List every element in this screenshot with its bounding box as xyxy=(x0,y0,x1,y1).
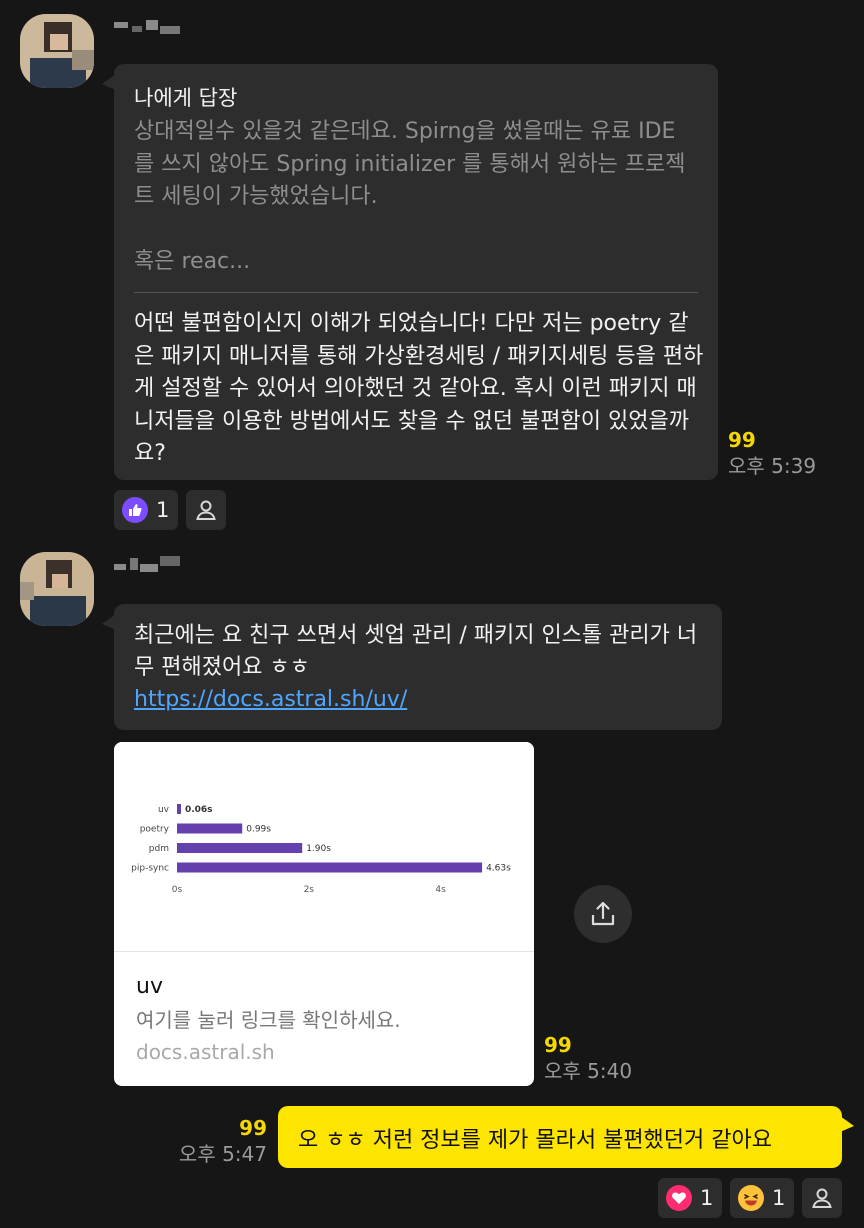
person-icon xyxy=(812,1188,832,1208)
bar xyxy=(177,804,181,814)
bar-value-label: 0.99s xyxy=(246,825,271,835)
person-icon xyxy=(196,500,216,520)
reaction-count: 1 xyxy=(700,1186,714,1210)
message-link[interactable]: https://docs.astral.sh/uv/ xyxy=(134,684,714,716)
x-tick-label: 4s xyxy=(435,885,446,895)
card-domain: docs.astral.sh xyxy=(136,1040,275,1064)
preview-image: uv 0.06s poetry 0.99s pdm 1.90s pip-sync 4.63s 0… xyxy=(114,742,534,952)
bar-category-label: uv xyxy=(158,805,170,815)
reply-title: 나에게 답장 xyxy=(134,86,238,110)
message-text: 어떤 불편함이신지 이해가 되었습니다! 다만 저는 poetry 같은 패키지… xyxy=(134,311,704,466)
bar xyxy=(177,862,483,873)
bar-category-label: pip-sync xyxy=(131,864,169,874)
sender-name xyxy=(114,556,184,574)
x-tick-label: 2s xyxy=(304,885,315,895)
avatar[interactable] xyxy=(20,552,94,626)
share-button[interactable] xyxy=(574,885,632,943)
message-meta: 99 오후 5:39 xyxy=(728,427,816,479)
sender-name xyxy=(114,18,184,36)
bar-value-label: 4.63s xyxy=(486,864,511,874)
heart-icon xyxy=(666,1185,692,1211)
reply-quote[interactable]: 상대적일수 있을것 같은데요. Spirng을 썼을때는 유료 IDE 를 쓰지… xyxy=(134,116,700,279)
reaction-thumbs-up[interactable]: 1 xyxy=(114,490,178,530)
unread-count: 99 xyxy=(239,1116,267,1140)
message-meta: 99 오후 5:40 xyxy=(544,1032,632,1084)
bar-value-label: 0.06s xyxy=(185,805,213,815)
card-title: uv xyxy=(136,974,163,999)
message-time: 오후 5:47 xyxy=(178,1142,267,1166)
thumbs-up-icon xyxy=(122,497,148,523)
my-message-bubble[interactable]: 오 ㅎㅎ 저런 정보를 제가 몰라서 불편했던거 같아요 xyxy=(278,1106,854,1168)
message-time: 오후 5:39 xyxy=(728,454,817,478)
avatar[interactable] xyxy=(20,14,94,88)
reply-divider xyxy=(134,292,698,293)
reaction-count: 1 xyxy=(156,498,170,522)
x-tick-label: 0s xyxy=(172,885,183,895)
laugh-icon xyxy=(738,1185,764,1211)
unread-count: 99 xyxy=(544,1033,572,1057)
add-reaction-button[interactable] xyxy=(186,490,226,530)
bar-category-label: pdm xyxy=(149,844,169,854)
message-meta: 99 오후 5:47 xyxy=(176,1115,267,1167)
bar-category-label: poetry xyxy=(140,825,170,835)
bar xyxy=(177,843,303,853)
benchmark-chart: uv 0.06s poetry 0.99s pdm 1.90s pip-sync 4.63s 0… xyxy=(131,804,511,895)
message-text: 최근에는 요 친구 쓰면서 셋업 관리 / 패키지 인스톨 관리가 너무 편해졌… xyxy=(134,620,714,716)
bar-value-label: 1.90s xyxy=(306,844,331,854)
reaction-laugh[interactable]: 1 xyxy=(730,1178,794,1218)
add-reaction-button[interactable] xyxy=(802,1178,842,1218)
bar xyxy=(177,823,243,834)
share-icon xyxy=(591,901,615,926)
reaction-count: 1 xyxy=(772,1186,786,1210)
message-time: 오후 5:40 xyxy=(544,1059,633,1083)
message-bubble[interactable]: 최근에는 요 친구 쓰면서 셋업 관리 / 패키지 인스톨 관리가 너무 편해졌… xyxy=(102,604,722,730)
reaction-heart[interactable]: 1 xyxy=(658,1178,722,1218)
message-bubble-reply[interactable]: 나에게 답장 상대적일수 있을것 같은데요. Spirng을 썼을때는 유료 I… xyxy=(102,64,718,480)
unread-count: 99 xyxy=(728,428,756,452)
message-text: 오 ㅎㅎ 저런 정보를 제가 몰라서 불편했던거 같아요 xyxy=(298,1128,772,1153)
message-body: 최근에는 요 친구 쓰면서 셋업 관리 / 패키지 인스톨 관리가 너무 편해졌… xyxy=(134,623,698,680)
link-preview-card[interactable]: uv 0.06s poetry 0.99s pdm 1.90s pip-sync 4.63s 0… xyxy=(114,742,534,1086)
card-description: 여기를 눌러 링크를 확인하세요. xyxy=(136,1008,401,1032)
